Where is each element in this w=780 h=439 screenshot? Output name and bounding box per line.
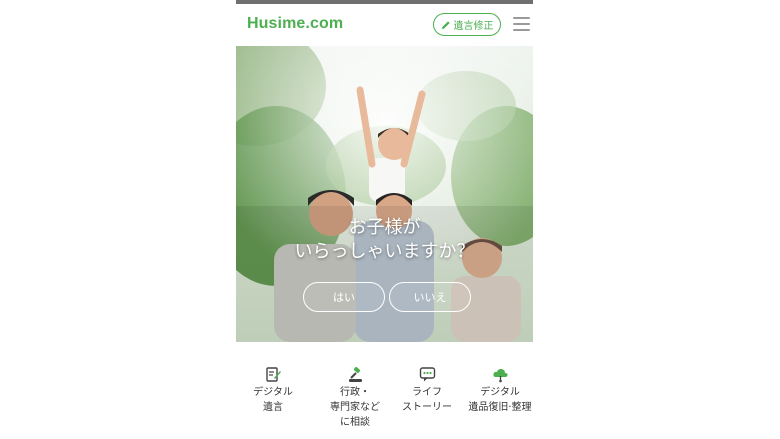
question-line-1: お子様が [348,217,421,238]
no-button[interactable]: いいえ [389,282,471,312]
hamburger-menu-icon[interactable] [513,17,530,31]
chat-bubble-icon [419,367,435,382]
nav-item-digital-will[interactable]: デジタル 遺言 [236,366,311,415]
question-line-2: いらっしゃいますか？ [294,241,475,262]
site-logo[interactable]: Husime.com [247,15,343,33]
hero-section: お子様が いらっしゃいますか？ はい いいえ [236,46,533,342]
cloud-icon [492,368,508,383]
nav-item-life-story[interactable]: ライフ ストーリー [389,366,465,415]
edit-will-button[interactable]: 遺言修正 [433,13,501,36]
question-text: お子様が いらっしゃいますか？ [236,216,533,264]
document-edit-icon [265,367,281,382]
nav-item-consult[interactable]: 行政・ 専門家など に相談 [317,366,393,430]
nav-label-life-story: ライフ ストーリー [402,387,452,413]
nav-label-digital-will: デジタル 遺言 [253,387,293,413]
pencil-icon [441,20,450,29]
nav-label-digital-recovery: デジタル 遺品復旧·整理 [468,387,532,413]
nav-item-digital-recovery[interactable]: デジタル 遺品復旧·整理 [462,366,533,415]
yes-button[interactable]: はい [303,282,385,312]
site-header: Husime.com 遺言修正 [236,4,533,46]
bottom-nav: デジタル 遺言 行政・ 専門家など に相談 ライフ ストーリー デジタル 遺品復… [236,366,533,439]
nav-label-consult: 行政・ 専門家など に相談 [330,387,380,428]
edit-will-label: 遺言修正 [453,21,494,32]
phone-screen: Husime.com 遺言修正 お子様が いらっしゃいますか？ はい いいえ デ… [236,0,533,439]
gavel-icon [348,366,362,382]
